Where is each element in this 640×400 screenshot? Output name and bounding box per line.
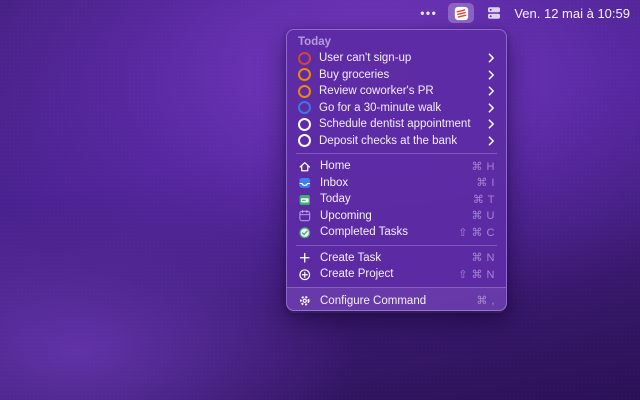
action-menu-item[interactable]: Create Task ⌘ N — [287, 250, 506, 267]
chevron-right-icon — [488, 136, 495, 146]
plus-circle-icon — [298, 267, 312, 281]
inbox-icon — [298, 176, 312, 190]
menu-footer: Configure Command ⌘ , — [287, 286, 506, 313]
task-menu-item[interactable]: Review coworker's PR — [287, 83, 506, 100]
action-label: Create Task — [320, 251, 382, 264]
task-menu-item[interactable]: Schedule dentist appointment — [287, 116, 506, 133]
stack-icon — [488, 7, 501, 19]
keyboard-shortcut: ⇧ ⌘ C — [458, 226, 495, 239]
task-priority-circle-icon — [298, 134, 311, 148]
home-icon — [298, 159, 312, 173]
desktop-wallpaper: ••• Ven. 12 mai à 10:59 Today User can't… — [0, 0, 640, 400]
menubar-clock[interactable]: Ven. 12 mai à 10:59 — [514, 6, 630, 21]
section-header-today: Today — [298, 36, 332, 48]
divider — [296, 153, 497, 154]
keyboard-shortcut: ⌘ N — [471, 252, 495, 265]
calendar-upcoming-icon — [298, 209, 312, 223]
action-list: Create Task ⌘ N Create Project ⇧ ⌘ N — [287, 250, 506, 283]
task-menu-item[interactable]: Go for a 30-minute walk — [287, 100, 506, 117]
nav-menu-item[interactable]: Completed Tasks ⇧ ⌘ C — [287, 224, 506, 241]
todoist-menubar-button[interactable] — [448, 3, 475, 23]
calendar-today-icon — [298, 192, 312, 206]
chevron-right-icon — [488, 70, 495, 80]
task-priority-circle-icon — [298, 117, 311, 131]
action-menu-item[interactable]: Create Project ⇧ ⌘ N — [287, 266, 506, 283]
keyboard-shortcut: ⌘ H — [471, 160, 495, 173]
nav-menu-item[interactable]: Inbox ⌘ I — [287, 175, 506, 192]
check-circle-icon — [298, 225, 312, 239]
nav-label: Upcoming — [320, 209, 372, 222]
plus-icon — [298, 251, 312, 265]
task-menu-item[interactable]: User can't sign-up — [287, 50, 506, 67]
task-label: Go for a 30-minute walk — [319, 101, 442, 114]
divider — [296, 244, 497, 246]
chevron-right-icon — [488, 53, 495, 63]
task-priority-circle-icon — [298, 51, 311, 65]
task-label: User can't sign-up — [319, 52, 412, 65]
overflow-menu-items[interactable]: ••• — [420, 0, 437, 26]
configure-command-item[interactable]: Configure Command ⌘ , — [287, 292, 506, 310]
chevron-right-icon — [488, 103, 495, 113]
task-menu-item[interactable]: Buy groceries — [287, 67, 506, 84]
keyboard-shortcut: ⇧ ⌘ N — [458, 268, 495, 281]
chevron-right-icon — [488, 86, 495, 96]
nav-menu-item[interactable]: Upcoming ⌘ U — [287, 208, 506, 225]
task-label: Schedule dentist appointment — [319, 118, 471, 131]
action-label: Create Project — [320, 268, 394, 281]
task-label: Deposit checks at the bank — [319, 134, 458, 147]
task-label: Buy groceries — [319, 68, 390, 81]
task-menu-item[interactable]: Deposit checks at the bank — [287, 133, 506, 150]
nav-menu-item[interactable]: Today ⌘ T — [287, 191, 506, 208]
keyboard-shortcut: ⌘ T — [472, 193, 495, 206]
keyboard-shortcut: ⌘ U — [471, 210, 495, 223]
task-priority-circle-icon — [298, 84, 311, 98]
chevron-right-icon — [488, 119, 495, 129]
configure-command-label: Configure Command — [320, 294, 427, 307]
nav-label: Home — [320, 160, 351, 173]
nav-list: Home ⌘ H Inbox ⌘ I Today ⌘ T Upcoming ⌘ … — [287, 158, 506, 241]
nav-label: Today — [320, 193, 351, 206]
task-list: User can't sign-up Buy groceries Review … — [287, 50, 506, 149]
gear-icon — [298, 294, 312, 308]
task-priority-circle-icon — [298, 101, 311, 115]
nav-label: Completed Tasks — [320, 226, 408, 239]
nav-menu-item[interactable]: Home ⌘ H — [287, 158, 506, 175]
menu-bar: ••• Ven. 12 mai à 10:59 — [0, 0, 640, 26]
keyboard-shortcut: ⌘ I — [476, 177, 495, 190]
keyboard-shortcut: ⌘ , — [476, 295, 495, 307]
todoist-dropdown-menu: Today User can't sign-up Buy groceries R… — [286, 29, 507, 313]
nav-label: Inbox — [320, 176, 349, 189]
task-label: Review coworker's PR — [319, 85, 434, 98]
todoist-logo-icon — [452, 4, 470, 22]
task-priority-circle-icon — [298, 68, 311, 82]
stack-menubar-button[interactable] — [485, 4, 503, 22]
